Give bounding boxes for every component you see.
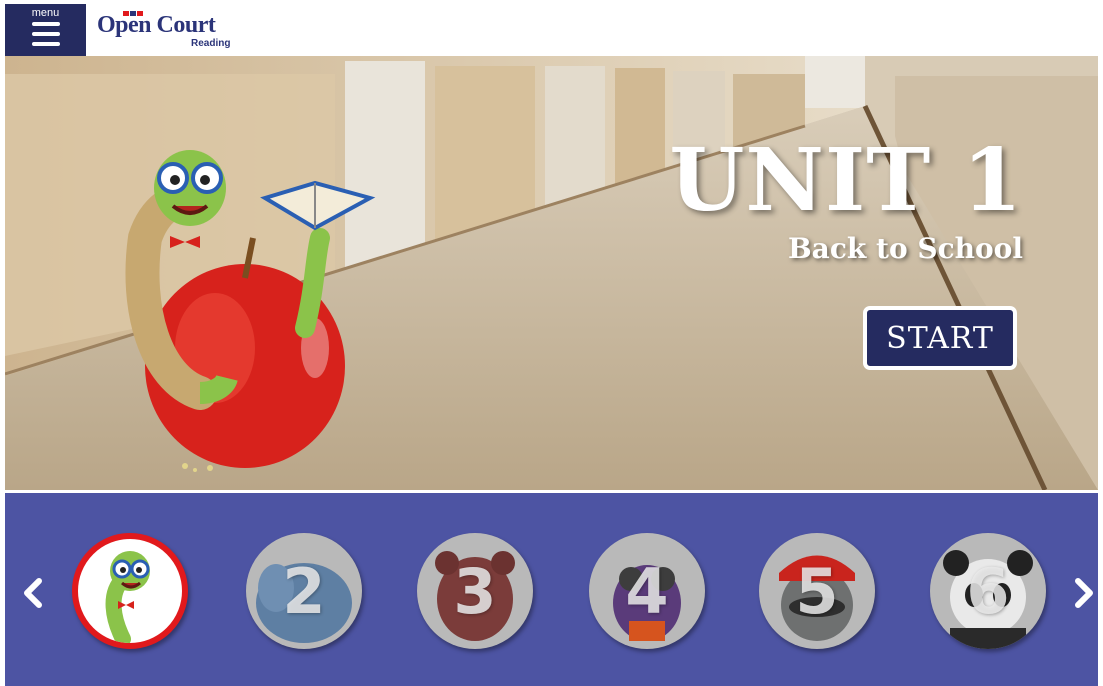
chevron-left-icon[interactable] <box>19 575 45 611</box>
unit-title: UNIT 1 <box>669 130 1023 231</box>
unit-carousel: 2 3 4 5 6 <box>5 493 1098 686</box>
unit-1-circle <box>72 533 188 649</box>
unit-1-button[interactable] <box>72 533 188 649</box>
unit-4-number: 4 <box>625 555 669 628</box>
unit-5-circle: 5 <box>759 533 875 649</box>
start-button[interactable]: START <box>863 306 1017 370</box>
hamburger-icon <box>32 22 60 46</box>
chevron-right-icon[interactable] <box>1072 575 1098 611</box>
unit-3-button[interactable]: 3 <box>417 533 533 649</box>
logo-subtext: Reading <box>191 38 231 49</box>
unit-6-button[interactable]: 6 <box>930 533 1046 649</box>
unit-3-number: 3 <box>453 555 497 628</box>
unit-2-number: 2 <box>282 555 326 628</box>
unit-3-circle: 3 <box>417 533 533 649</box>
menu-button[interactable]: menu <box>5 4 86 56</box>
unit-2-button[interactable]: 2 <box>246 533 362 649</box>
bookworm-avatar-icon <box>105 551 150 643</box>
open-court-reading-logo[interactable]: Open Court Reading <box>97 10 257 52</box>
menu-label: menu <box>31 7 60 19</box>
bookworm-apple-illustration <box>125 150 376 472</box>
unit-4-button[interactable]: 4 <box>589 533 705 649</box>
unit-6-circle: 6 <box>930 533 1046 649</box>
unit-6-number: 6 <box>966 555 1010 628</box>
unit-2-circle: 2 <box>246 533 362 649</box>
unit-subtitle: Back to School <box>788 232 1023 265</box>
logo-text: Open Court <box>97 12 216 38</box>
unit-5-number: 5 <box>795 555 839 628</box>
unit-4-circle: 4 <box>589 533 705 649</box>
unit-hero-banner: UNIT 1 Back to School START <box>5 56 1098 490</box>
top-bar: menu Open Court Reading <box>5 4 1098 57</box>
unit-5-button[interactable]: 5 <box>759 533 875 649</box>
